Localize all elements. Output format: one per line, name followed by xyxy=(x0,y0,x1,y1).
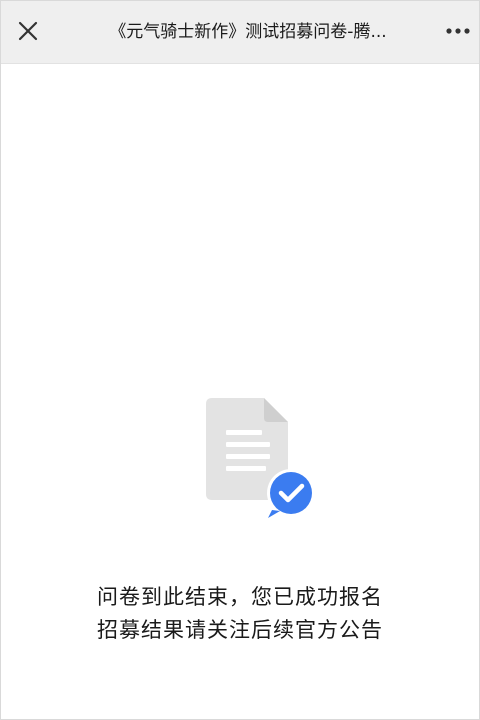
completion-message-line-2: 招募结果请关注后续官方公告 xyxy=(97,618,383,642)
close-icon xyxy=(18,21,38,41)
more-options-button[interactable] xyxy=(441,17,475,45)
app-window: 《元气骑士新作》测试招募问卷-腾... 问卷到此结束，您已成功报名 招募结果请关… xyxy=(0,0,480,720)
completion-message: 问卷到此结束，您已成功报名 招募结果请关注后续官方公告 xyxy=(1,581,479,647)
survey-complete-illustration xyxy=(206,394,321,519)
close-button[interactable] xyxy=(11,14,45,48)
page-title: 《元气骑士新作》测试招募问卷-腾... xyxy=(109,22,387,42)
completion-message-line-1: 问卷到此结束，您已成功报名 xyxy=(97,585,383,609)
top-navigation-bar: 《元气骑士新作》测试招募问卷-腾... xyxy=(1,1,479,64)
document-check-icon xyxy=(206,398,315,518)
more-icon xyxy=(446,28,470,34)
